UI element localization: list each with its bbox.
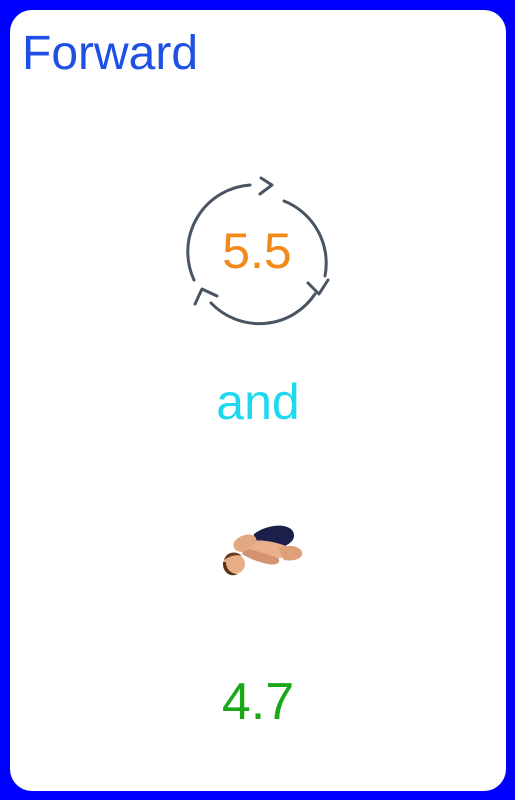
difficulty-score: 4.7 [221,673,295,731]
connector-text: and [216,374,300,430]
card-border: Forward 5.5 and 4.7 [0,0,515,800]
dive-direction-title: Forward [22,27,199,80]
rotation-value: 5.5 [222,223,292,279]
dive-card: Forward 5.5 and 4.7 [10,10,506,791]
tuck-position-diver-icon [206,512,306,592]
rotation-indicator: 5.5 [182,176,332,326]
